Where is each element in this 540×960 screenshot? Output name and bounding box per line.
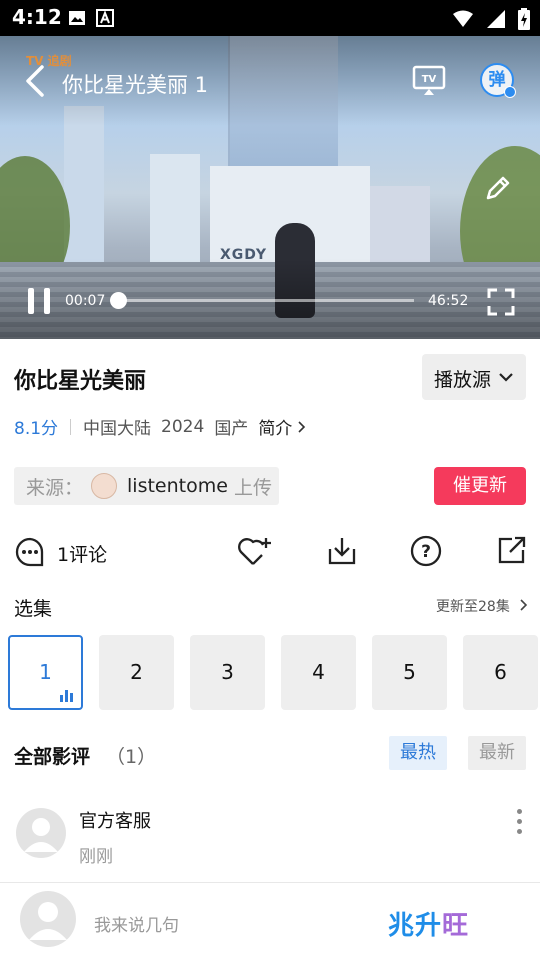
svg-text:?: ?	[421, 542, 431, 562]
current-time: 00:07	[65, 293, 106, 309]
uploaded-suffix: 上传	[233, 476, 272, 499]
reviews-count: （1）	[106, 746, 157, 768]
review-time: 刚刚	[79, 847, 113, 867]
player-title: 你比星光美丽 1	[62, 73, 209, 97]
comment-bar: 我来说几句 兆升旺	[0, 882, 540, 960]
comment-count[interactable]: 1评论	[57, 540, 107, 567]
help-question-icon[interactable]: ?	[410, 535, 442, 567]
uploader-info[interactable]: 来源： listentome 上传	[14, 467, 279, 505]
episode-button-1[interactable]: 1	[8, 635, 83, 710]
episodes-update-link[interactable]: 更新至28集	[436, 596, 530, 616]
source-label: 来源：	[26, 476, 84, 499]
wifi-icon	[453, 10, 473, 27]
progress-thumb[interactable]	[110, 292, 127, 309]
total-time: 46:52	[428, 293, 469, 309]
more-vertical-icon[interactable]	[517, 809, 522, 834]
episode-button-3[interactable]: 3	[190, 635, 265, 710]
status-time: 4:12	[12, 5, 62, 29]
year: 2024	[161, 416, 205, 437]
progress-bar[interactable]	[116, 299, 414, 302]
my-avatar	[20, 891, 76, 947]
episode-button-4[interactable]: 4	[281, 635, 356, 710]
sort-new-tab[interactable]: 最新	[468, 736, 526, 770]
category: 国产	[214, 419, 249, 439]
user-silhouette-icon	[24, 818, 58, 852]
episode-button-6[interactable]: 6	[463, 635, 538, 710]
heart-plus-icon[interactable]	[236, 534, 272, 568]
reviewer-avatar[interactable]	[16, 808, 66, 858]
comment-icon[interactable]	[14, 536, 46, 568]
danmaku-toggle-icon[interactable]: 弹	[480, 63, 516, 98]
cast-tv-icon[interactable]: TV	[412, 65, 446, 97]
pencil-icon[interactable]	[484, 174, 512, 202]
comment-input[interactable]: 我来说几句	[94, 911, 179, 936]
share-icon[interactable]	[497, 535, 527, 565]
play-source-button[interactable]: 播放源	[422, 354, 526, 400]
svg-text:TV: TV	[422, 74, 437, 85]
chevron-right-icon	[298, 420, 306, 433]
battery-icon	[518, 8, 530, 30]
episodes-title: 选集	[14, 598, 53, 620]
fullscreen-icon[interactable]	[487, 288, 515, 316]
video-player[interactable]: XGDY TV 追剧 你比星光美丽 1 TV 弹 00:07 46:52	[0, 36, 540, 339]
playing-bars-icon	[60, 690, 73, 702]
episode-button-2[interactable]: 2	[99, 635, 174, 710]
uploader-avatar	[91, 473, 118, 499]
reviews-title: 全部影评	[14, 746, 91, 768]
play-source-label: 播放源	[434, 369, 492, 391]
user-silhouette-icon	[29, 902, 67, 940]
chevron-down-icon	[499, 373, 513, 382]
uploader-name: listentome	[127, 475, 228, 497]
show-title: 你比星光美丽	[14, 369, 147, 394]
meta-row: 8.1分 中国大陆 2024 国产 简介	[14, 414, 308, 439]
reviewer-name[interactable]: 官方客服	[79, 807, 151, 833]
episode-button-5[interactable]: 5	[372, 635, 447, 710]
image-icon	[69, 11, 85, 25]
urge-update-button[interactable]: 催更新	[434, 467, 526, 505]
chevron-right-icon	[520, 599, 528, 611]
intro-link[interactable]: 简介	[258, 414, 292, 439]
rating-score: 8.1分	[14, 419, 59, 439]
divider	[70, 418, 72, 435]
status-bar: 4:12	[0, 0, 540, 36]
brand-watermark: 兆升旺	[388, 911, 470, 941]
font-icon	[96, 9, 114, 27]
region: 中国大陆	[83, 419, 152, 439]
download-icon[interactable]	[326, 535, 358, 567]
pause-icon[interactable]	[28, 288, 50, 314]
back-arrow-icon[interactable]	[22, 64, 48, 98]
signal-icon	[487, 10, 505, 28]
sort-hot-tab[interactable]: 最热	[389, 736, 447, 770]
